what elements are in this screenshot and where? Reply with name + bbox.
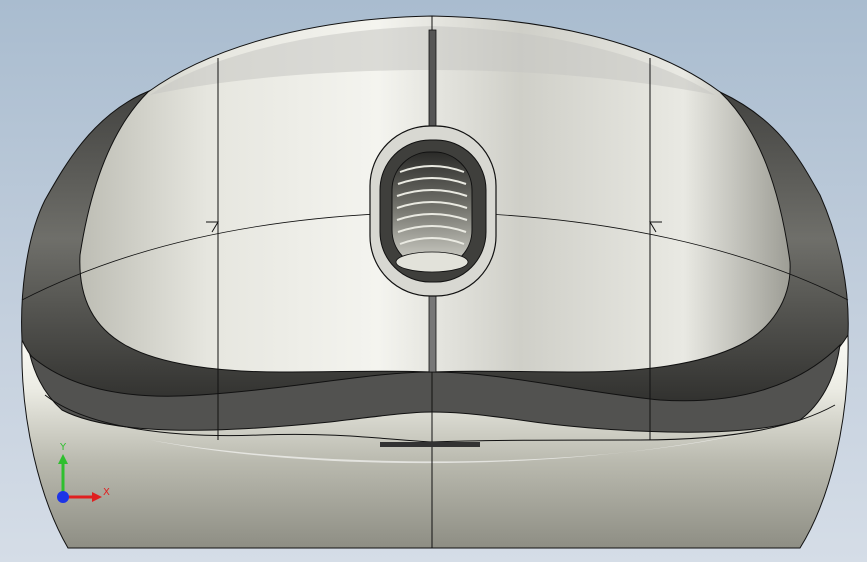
mouse-model[interactable] bbox=[0, 0, 867, 562]
center-groove-lower bbox=[428, 291, 437, 373]
x-axis-arrow bbox=[92, 492, 102, 502]
y-axis-label: Y bbox=[60, 442, 67, 453]
z-axis-dot bbox=[57, 491, 69, 503]
cad-viewport[interactable]: Y X bbox=[0, 0, 867, 562]
scroll-wheel-front bbox=[395, 251, 469, 273]
scroll-wheel[interactable] bbox=[391, 151, 473, 269]
center-groove bbox=[428, 29, 437, 131]
base-shadow bbox=[380, 442, 480, 447]
x-axis-label: X bbox=[103, 487, 110, 498]
y-axis-arrow bbox=[58, 454, 68, 464]
